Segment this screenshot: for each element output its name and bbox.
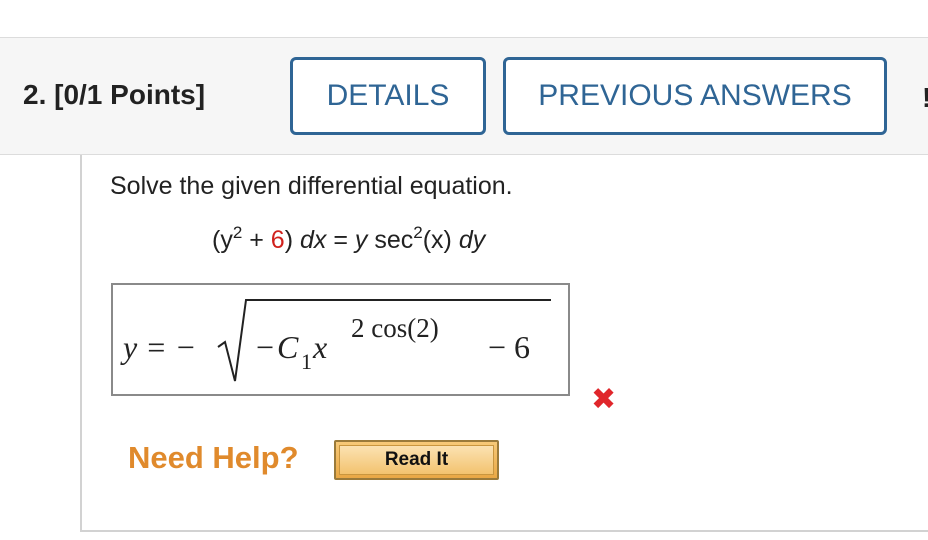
- answer-exponent: 2 cos(2): [351, 313, 439, 343]
- problem-prompt: Solve the given differential equation.: [110, 172, 513, 200]
- eq-constant: 6: [270, 226, 285, 254]
- eq-equals: =: [326, 226, 355, 254]
- answer-inner-sign: −: [256, 329, 274, 365]
- eq-dy: dy: [458, 226, 486, 254]
- answer-minus-six: − 6: [488, 329, 530, 365]
- incorrect-x-icon: ✖: [591, 383, 617, 416]
- previous-answers-button[interactable]: PREVIOUS ANSWERS: [503, 57, 887, 135]
- read-it-button[interactable]: Read It: [334, 440, 499, 480]
- answer-field[interactable]: y = − − C 1 x 2 cos(2) − 6: [111, 283, 570, 396]
- answer-lhs: y = −: [120, 329, 196, 365]
- eq-y: y: [354, 226, 368, 254]
- answer-constant: C: [277, 329, 299, 365]
- eq-open: (y: [212, 226, 233, 254]
- differential-equation: (y2 + 6) dx = y sec2(x) dy: [212, 223, 486, 255]
- eq-exp-2: 2: [413, 223, 423, 242]
- need-help-label: Need Help?: [128, 440, 299, 475]
- details-button[interactable]: DETAILS: [290, 57, 486, 135]
- eq-dx: dx: [299, 226, 327, 254]
- answer-expression: y = − − C 1 x 2 cos(2) − 6: [120, 299, 551, 382]
- eq-plus: +: [242, 226, 271, 254]
- truncated-header-item: !: [922, 82, 928, 112]
- eq-x: (x): [422, 226, 459, 254]
- eq-close: ): [284, 226, 300, 254]
- answer-constant-subscript: 1: [301, 349, 312, 374]
- question-title: 2. [0/1 Points]: [23, 79, 206, 110]
- answer-variable: x: [312, 329, 327, 365]
- eq-sec: sec: [367, 226, 414, 254]
- eq-exp-1: 2: [232, 223, 243, 242]
- read-it-label: Read It: [339, 445, 494, 475]
